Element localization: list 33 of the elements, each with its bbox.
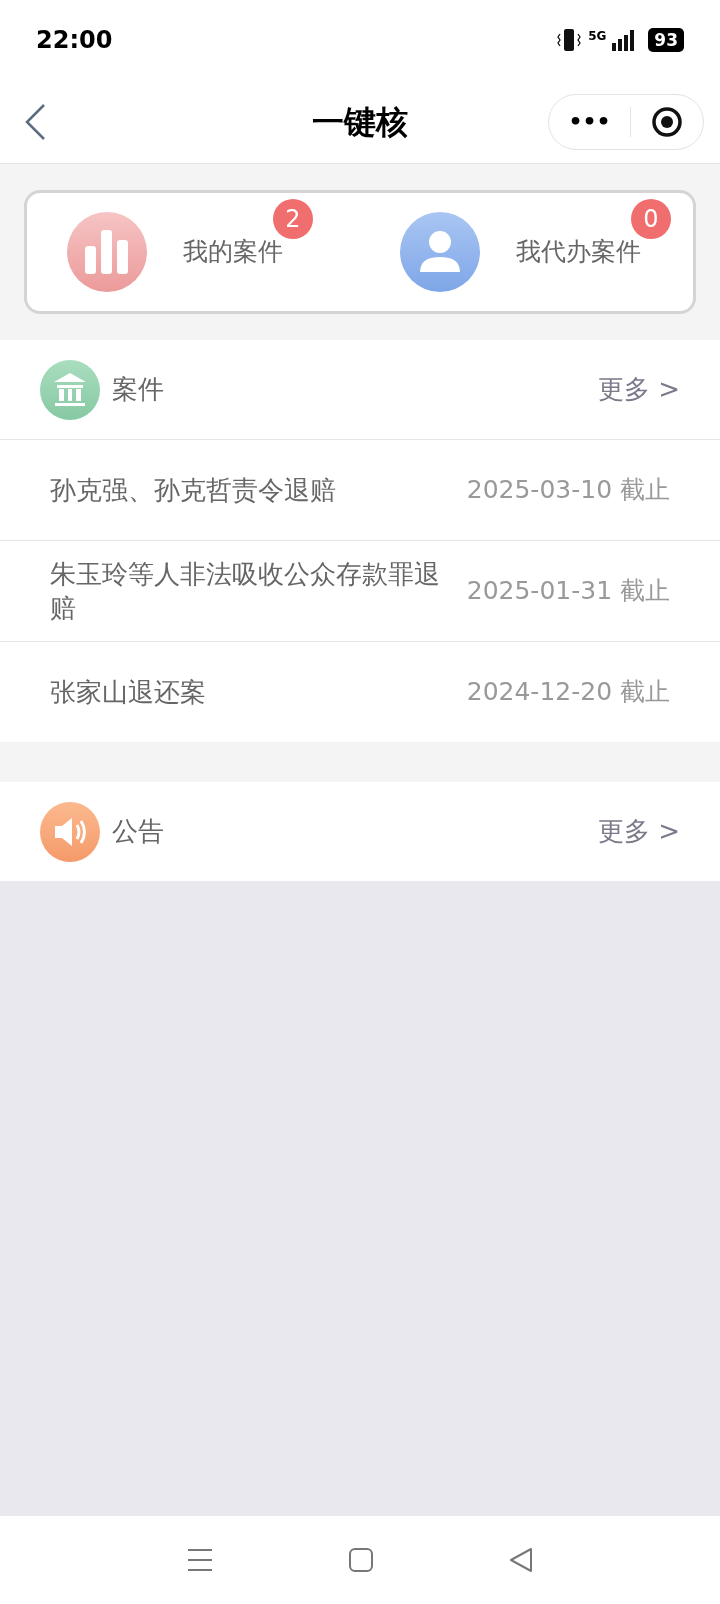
case-deadline: 2024-12-20 截止	[466, 676, 670, 709]
case-title: 张家山退还案	[50, 676, 207, 709]
person-icon	[400, 212, 480, 292]
case-title: 朱玉玲等人非法吸收公众存款罪退赔	[50, 558, 441, 625]
more-link[interactable]: 更多 >	[597, 370, 680, 409]
more-link[interactable]: 更多 >	[597, 812, 680, 851]
case-row[interactable]: 朱玉玲等人非法吸收公众存款罪退赔 2025-01-31 截止	[0, 540, 720, 641]
home-icon[interactable]	[348, 1547, 374, 1573]
more-button[interactable]: •••	[549, 110, 630, 133]
shortcut-label: 我代办案件	[516, 237, 641, 267]
battery-level: 93	[648, 28, 684, 52]
count-badge: 2	[273, 199, 313, 240]
case-row[interactable]: 张家山退还案 2024-12-20 截止	[0, 641, 720, 742]
back-icon[interactable]	[24, 102, 46, 141]
close-target-icon[interactable]	[651, 105, 683, 138]
case-title: 孙克强、孙克哲责令退赔	[50, 474, 337, 507]
case-deadline: 2025-01-31 截止	[466, 575, 670, 608]
count-badge: 0	[631, 199, 671, 240]
clock: 22:00	[36, 25, 113, 56]
case-deadline: 2025-03-10 截止	[466, 474, 670, 507]
network-label: 5G	[588, 30, 607, 42]
signal-icon	[612, 29, 635, 51]
shortcut-label: 我的案件	[183, 237, 283, 267]
case-row[interactable]: 孙克强、孙克哲责令退赔 2025-03-10 截止	[0, 439, 720, 540]
menu-icon[interactable]	[187, 1548, 214, 1572]
page-title: 一键核	[312, 101, 408, 143]
section-title: 公告	[112, 815, 164, 848]
back-triangle-icon[interactable]	[508, 1547, 533, 1573]
speaker-icon	[40, 801, 100, 862]
bar-chart-icon	[67, 212, 147, 292]
vibrate-icon	[556, 28, 583, 52]
section-title: 案件	[112, 373, 164, 406]
bank-icon	[40, 359, 100, 420]
